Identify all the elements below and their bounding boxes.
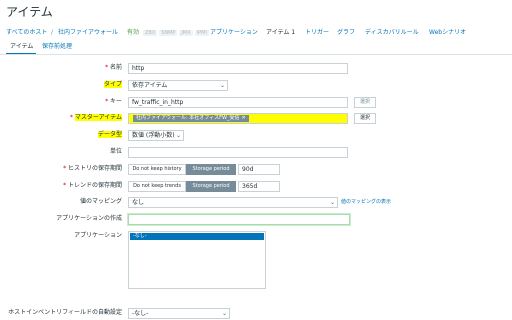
- new-application-input[interactable]: [128, 214, 350, 225]
- applications-list-item[interactable]: -なし-: [130, 233, 264, 240]
- zbx-tag: ZBX: [143, 30, 158, 36]
- availability-tags: ZBX SNMP JMX IPMI: [143, 28, 209, 38]
- snmp-tag: SNMP: [159, 30, 178, 36]
- data-type-label: データ型: [97, 131, 122, 138]
- tabs-divider: [0, 54, 512, 55]
- nav-link-graphs[interactable]: グラフ: [337, 28, 355, 38]
- history-do-not-keep-button[interactable]: Do not keep history: [128, 164, 186, 175]
- history-label: * ヒストリの保存期間: [63, 165, 122, 172]
- trends-period-input[interactable]: 365d: [238, 181, 280, 192]
- breadcrumb-separator: /: [51, 29, 54, 36]
- chevron-down-icon: ⌄: [219, 82, 225, 89]
- history-storage-period-button[interactable]: Storage period: [186, 164, 236, 175]
- type-select[interactable]: 依存アイテム ⌄: [128, 80, 228, 91]
- nav-link-triggers[interactable]: トリガー: [305, 28, 329, 38]
- key-input[interactable]: fw_traffic_in_http: [128, 97, 348, 108]
- remove-icon[interactable]: ✕: [242, 115, 246, 121]
- nav-link-applications[interactable]: アプリケーション: [210, 28, 258, 38]
- value-mapping-select[interactable]: なし ⌄: [128, 197, 338, 208]
- value-mapping-label: 値のマッピング: [79, 198, 122, 205]
- inventory-field-label: ホストインベントリフィールドの自動設定: [8, 309, 122, 316]
- nav-link-discovery-rules[interactable]: ディスカバリルール: [365, 28, 419, 38]
- value-mapping-show-link[interactable]: 値のマッピングの表示: [341, 197, 391, 207]
- breadcrumb-all-hosts[interactable]: すべてのホスト: [6, 28, 47, 38]
- name-label: * 名前: [105, 64, 122, 71]
- master-item-label: * マスターアイテム: [69, 114, 122, 121]
- chevron-down-icon: ⌄: [221, 310, 227, 317]
- tab-item[interactable]: アイテム: [10, 42, 33, 52]
- unit-input[interactable]: [128, 147, 348, 158]
- key-label: * キー: [105, 98, 122, 105]
- page-title: アイテム: [6, 5, 53, 19]
- applications-label: アプリケーション: [74, 232, 122, 239]
- master-item-chip: 社内ファイアウォール: 本社オフィスFW_受信 ✕: [133, 115, 249, 122]
- nav-link-items[interactable]: アイテム 1: [266, 28, 295, 38]
- breadcrumb-host[interactable]: 社内ファイアウォール: [58, 28, 118, 38]
- applications-listbox[interactable]: -なし-: [128, 231, 266, 289]
- data-type-select[interactable]: 数値 (浮動小数) ⌄: [128, 130, 184, 141]
- status-badge[interactable]: 有効: [127, 28, 139, 38]
- new-application-label: アプリケーションの作成: [56, 215, 122, 222]
- chevron-down-icon: ⌄: [329, 199, 335, 206]
- unit-label: 単位: [109, 148, 122, 155]
- trends-do-not-keep-button[interactable]: Do not keep trends: [128, 181, 186, 192]
- master-item-field[interactable]: 社内ファイアウォール: 本社オフィスFW_受信 ✕: [128, 113, 348, 124]
- tab-preprocessing[interactable]: 保存前処理: [42, 42, 72, 52]
- jmx-tag: JMX: [179, 30, 193, 36]
- name-input[interactable]: http: [128, 63, 348, 74]
- trends-storage-period-button[interactable]: Storage period: [186, 181, 236, 192]
- history-period-input[interactable]: 90d: [238, 164, 280, 175]
- ipmi-tag: IPMI: [194, 30, 209, 36]
- type-label: タイプ: [103, 81, 122, 88]
- chevron-down-icon: ⌄: [175, 132, 181, 139]
- master-item-select-button[interactable]: 選択: [354, 113, 376, 124]
- trends-label: * トレンドの保存期間: [63, 182, 122, 189]
- nav-link-web-scenarios[interactable]: Webシナリオ: [429, 28, 466, 38]
- inventory-field-select[interactable]: -なし- ⌄: [128, 308, 230, 319]
- key-select-button[interactable]: 選択: [354, 97, 376, 108]
